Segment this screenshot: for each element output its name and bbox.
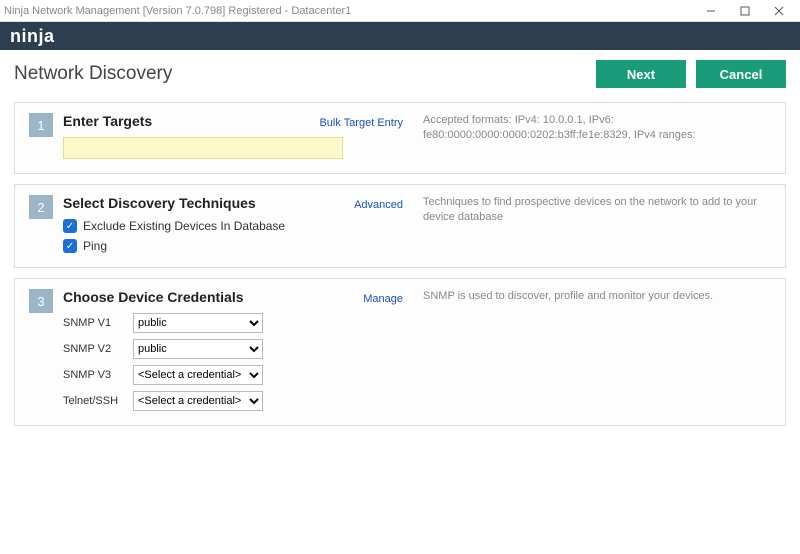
snmpv2-label: SNMP V2 <box>63 343 133 355</box>
snmpv3-label: SNMP V3 <box>63 369 133 381</box>
page-title: Network Discovery <box>14 63 586 85</box>
exclude-existing-checkbox[interactable]: ✓ Exclude Existing Devices In Database <box>63 219 403 233</box>
step2-title: Select Discovery Techniques <box>63 195 354 211</box>
snmpv2-select[interactable]: public <box>133 339 263 359</box>
cancel-button[interactable]: Cancel <box>696 60 786 88</box>
section-enter-targets: 1 Enter Targets Bulk Target Entry Accept… <box>14 102 786 174</box>
step1-help: Accepted formats: IPv4: 10.0.0.1, IPv6: … <box>403 113 771 144</box>
bulk-target-entry-link[interactable]: Bulk Target Entry <box>319 117 403 129</box>
snmpv3-select[interactable]: <Select a credential> <box>133 365 263 385</box>
step-number-1: 1 <box>29 113 53 137</box>
maximize-button[interactable] <box>728 0 762 22</box>
step3-title: Choose Device Credentials <box>63 289 363 305</box>
snmpv1-label: SNMP V1 <box>63 317 133 329</box>
brand-bar: ninja <box>0 22 800 50</box>
minimize-button[interactable] <box>694 0 728 22</box>
step3-help: SNMP is used to discover, profile and mo… <box>403 289 771 304</box>
window-title: Ninja Network Management [Version 7.0.79… <box>4 5 694 17</box>
exclude-existing-label: Exclude Existing Devices In Database <box>83 219 285 233</box>
targets-input[interactable] <box>63 137 343 159</box>
telnet-ssh-label: Telnet/SSH <box>63 395 133 407</box>
close-button[interactable] <box>762 0 796 22</box>
step-number-3: 3 <box>29 289 53 313</box>
manage-link[interactable]: Manage <box>363 293 403 305</box>
section-discovery-techniques: 2 Select Discovery Techniques Advanced ✓… <box>14 184 786 268</box>
ping-checkbox[interactable]: ✓ Ping <box>63 239 403 253</box>
section-device-credentials: 3 Choose Device Credentials Manage SNMP … <box>14 278 786 426</box>
advanced-link[interactable]: Advanced <box>354 199 403 211</box>
ping-label: Ping <box>83 239 107 253</box>
step1-title: Enter Targets <box>63 113 319 129</box>
step2-help: Techniques to find prospective devices o… <box>403 195 771 226</box>
window-titlebar: Ninja Network Management [Version 7.0.79… <box>0 0 800 22</box>
content-area: 1 Enter Targets Bulk Target Entry Accept… <box>0 94 800 554</box>
step-number-2: 2 <box>29 195 53 219</box>
next-button[interactable]: Next <box>596 60 686 88</box>
snmpv1-select[interactable]: public <box>133 313 263 333</box>
page-header: Network Discovery Next Cancel <box>0 50 800 94</box>
telnet-ssh-select[interactable]: <Select a credential> <box>133 391 263 411</box>
check-icon: ✓ <box>63 239 77 253</box>
check-icon: ✓ <box>63 219 77 233</box>
logo: ninja <box>10 26 55 47</box>
